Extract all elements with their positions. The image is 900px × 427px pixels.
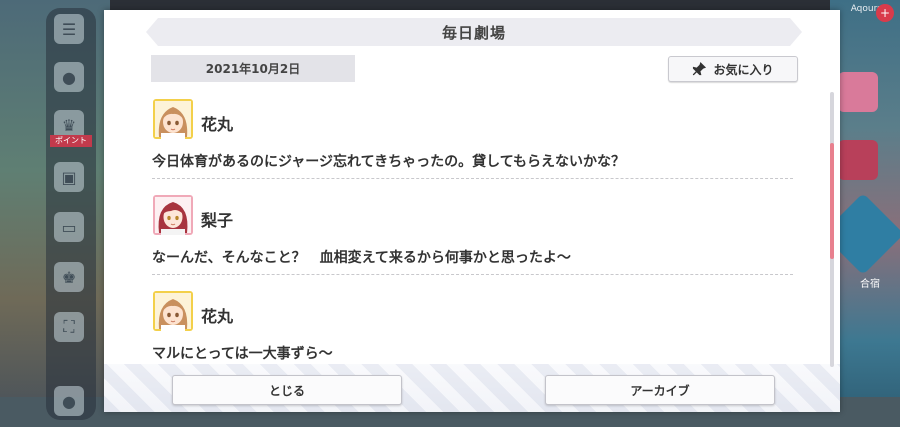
favorite-button-label: お気に入り [713,62,774,77]
dialogue-entry: 花丸 今日体育があるのにジャージ忘れてきちゃったの。貸してもらえないかな？ [144,96,796,192]
riko-avatar [153,195,193,235]
hanamaru-avatar [153,291,193,331]
display-icon[interactable]: ▭ [54,212,84,242]
dialogue-text: 今日体育があるのにジャージ忘れてきちゃったの。貸してもらえないかな？ [152,154,626,170]
dialogue-entry: 梨子 なーんだ、そんなこと？ 血相変えて来るから何事かと思ったよ～ [144,192,796,288]
dialogue-list[interactable]: 花丸 今日体育があるのにジャージ忘れてきちゃったの。貸してもらえないかな？ 梨子… [144,96,796,366]
close-button[interactable]: とじる [172,375,402,405]
gift-icon[interactable]: ▣ [54,162,84,192]
crown-icon[interactable]: ♚ [54,262,84,292]
speaker-name: 梨子 [201,211,234,230]
dialogue-entry: 花丸 マルにとっては一大事ずら～ [144,288,796,366]
plus-badge-icon[interactable]: + [876,4,894,22]
dialog-title: 毎日劇場 [441,23,506,42]
right-label: 合宿 [860,279,880,290]
favorite-button[interactable]: お気に入り [668,56,798,82]
chat-icon[interactable]: ● [54,62,84,92]
profile-icon[interactable]: ● [54,386,84,416]
archive-button[interactable]: アーカイブ [545,375,775,405]
point-tag: ポイント [50,135,92,147]
pin-icon [693,61,707,75]
daily-theater-dialog: 毎日劇場 2021年10月2日 お気に入り 花丸 今日体育があるのにジャージ忘れ… [104,10,840,412]
right-menu-button-1[interactable] [838,72,878,112]
menu-icon[interactable]: ☰ [54,14,84,44]
dialogue-text: マルにとっては一大事ずら～ [152,346,333,362]
dialog-title-bar: 毎日劇場 [146,18,802,46]
hanamaru-avatar [153,99,193,139]
dashed-divider [152,178,793,179]
dashed-divider [152,274,793,275]
dialogue-text: なーんだ、そんなこと？ 血相変えて来るから何事かと思ったよ～ [152,250,571,266]
date-label: 2021年10月2日 [151,55,355,82]
speaker-name: 花丸 [201,115,234,134]
right-menu-button-2[interactable] [838,140,878,180]
scrollbar-thumb[interactable] [830,143,834,259]
fullscreen-icon[interactable]: ⛶ [54,312,84,342]
speaker-name: 花丸 [201,307,234,326]
